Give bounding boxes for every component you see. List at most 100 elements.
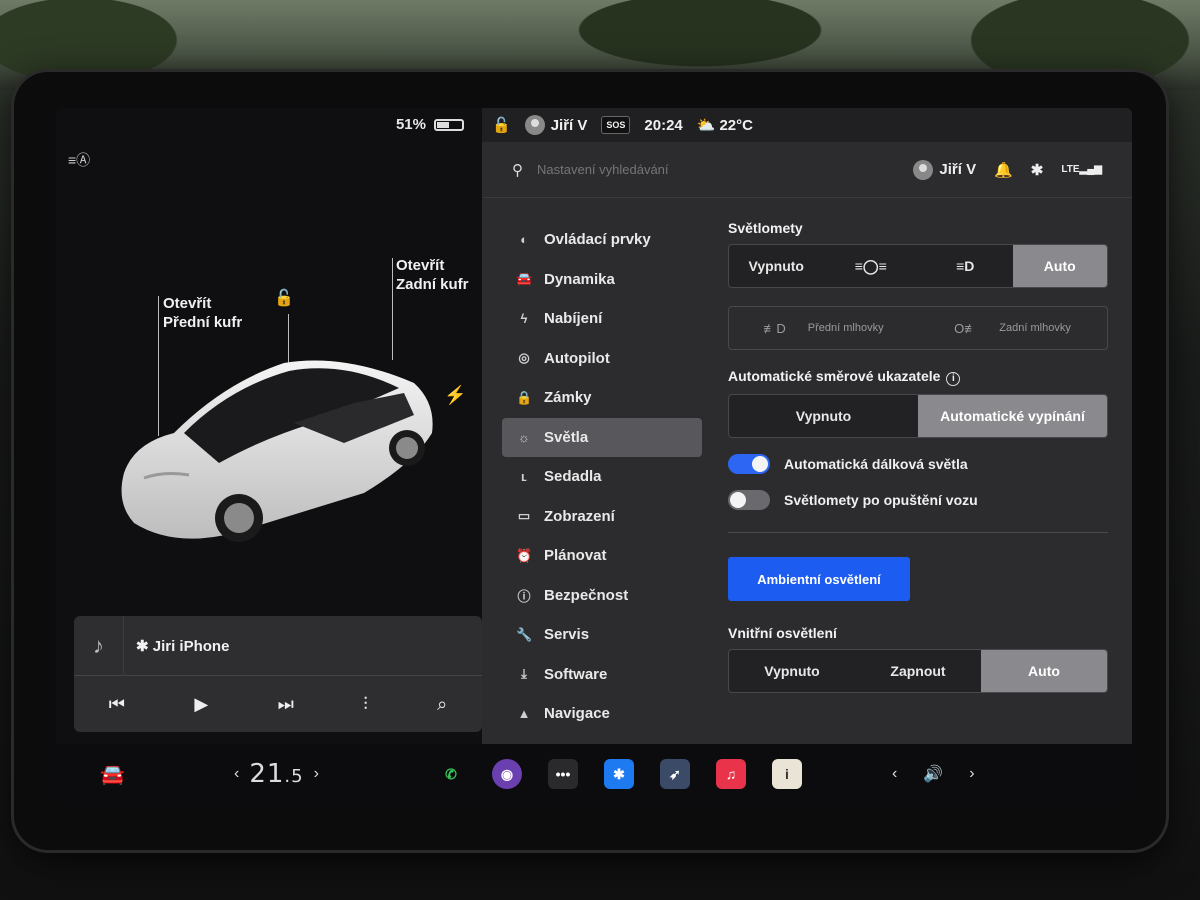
climate-control: ‹ 21.5 › xyxy=(234,759,319,789)
sidebar-item-7[interactable]: ʟ Sedadla xyxy=(502,457,702,497)
toggle-icon: ◐ xyxy=(520,232,528,248)
status-user[interactable]: Jiří V xyxy=(524,115,587,135)
sidebar-item-3[interactable]: ϟ Nabíjení xyxy=(502,299,702,339)
play-icon[interactable]: ▶ xyxy=(194,694,208,715)
profile-avatar xyxy=(913,159,934,180)
alarm-icon: ⏰ xyxy=(516,547,533,563)
charge-port-icon[interactable]: ⚡ xyxy=(444,385,466,406)
info-icon: ⓘ xyxy=(517,588,531,604)
sos-badge[interactable]: SOS xyxy=(601,116,631,134)
parking-lights-option[interactable]: ≡◯≡ xyxy=(824,245,919,287)
car-3d-model xyxy=(114,353,444,553)
interior-on-option[interactable]: Zapnout xyxy=(855,650,981,692)
sidebar-item-label: Zámky xyxy=(544,389,592,407)
sidebar-item-label: Dynamika xyxy=(544,270,615,288)
temp-increase-icon[interactable]: › xyxy=(314,765,319,783)
bolt-icon: ϟ xyxy=(520,311,528,327)
navigation-icon: ▲ xyxy=(517,706,531,722)
avatar xyxy=(524,115,545,135)
auto-high-beam-toggle[interactable] xyxy=(728,454,770,474)
sun-icon: ☼ xyxy=(518,429,530,445)
settings-nav: ◐ Ovládací prvky 🚘 Dynamika ϟ Nabíjení ◎ Autopi… xyxy=(502,220,702,734)
sidebar-item-label: Světla xyxy=(544,428,589,446)
sidebar-item-5[interactable]: 🔒 Zámky xyxy=(502,378,702,418)
sidebar-item-label: Servis xyxy=(544,626,590,644)
open-frunk-button[interactable]: Otevřít Přední kufr xyxy=(163,294,242,332)
settings-pane: 🔓 Jiří V SOS 20:24 ⛅ 22°C ⚲ Jiří V 🔔 ✱ L… xyxy=(482,108,1132,744)
sidebar-item-label: Zobrazení xyxy=(544,507,615,525)
trunk-label: Zadní kufr xyxy=(396,276,469,293)
interior-off-option[interactable]: Vypnuto xyxy=(729,650,855,692)
sidebar-item-10[interactable]: ⓘ Bezpečnost xyxy=(502,576,702,616)
release-notes-icon[interactable]: i xyxy=(772,759,802,789)
search-input[interactable] xyxy=(537,162,837,177)
bottom-bar: 🚘 ‹ 21.5 › ✆ ◉ ••• ✱ ➶ ♫ i ‹ 🔊 › xyxy=(56,744,1132,804)
open-trunk-button[interactable]: Otevřít Zadní kufr xyxy=(396,256,469,294)
sidebar-item-9[interactable]: ⏰ Plánovat xyxy=(502,536,702,576)
sidebar-item-2[interactable]: 🚘 Dynamika xyxy=(502,260,702,300)
sidebar-item-4[interactable]: ◎ Autopilot xyxy=(502,339,702,379)
volume-up-icon[interactable]: › xyxy=(969,765,974,783)
sidebar-item-12[interactable]: ⤓ Software xyxy=(502,655,702,695)
sidebar-item-label: Software xyxy=(544,665,608,683)
front-fog-option[interactable]: ≢D Přední mlhovky xyxy=(729,307,918,349)
ambient-lighting-button[interactable]: Ambientní osvětlení xyxy=(728,557,910,601)
headlights-selector: Vypnuto ≡◯≡ ≡D Auto xyxy=(728,244,1108,288)
frunk-action-label: Otevřít xyxy=(163,295,212,312)
sidebar-item-label: Navigace xyxy=(544,705,610,723)
display-icon: ▭ xyxy=(517,508,531,524)
turn-signal-auto-cancel-option[interactable]: Automatické vypínání xyxy=(918,395,1107,437)
sidebar-item-11[interactable]: 🔧 Servis xyxy=(502,615,702,655)
interior-auto-option[interactable]: Auto xyxy=(981,650,1107,692)
info-icon[interactable]: i xyxy=(946,372,961,386)
media-source-label: ✱ Jiri iPhone xyxy=(136,637,230,655)
car-icon: 🚘 xyxy=(516,271,533,287)
steering-wheel-icon: ◎ xyxy=(518,350,530,366)
battery-percent: 51% xyxy=(395,116,426,133)
turn-signal-off-option[interactable]: Vypnuto xyxy=(729,395,918,437)
speaker-icon[interactable]: 🔊 xyxy=(923,764,943,784)
profile-button[interactable]: Jiří V xyxy=(913,159,976,180)
auto-headlight-indicator-icon: ≡Ⓐ xyxy=(68,152,91,168)
front-fog-icon: ≢D xyxy=(763,320,786,336)
low-beam-option[interactable]: ≡D xyxy=(918,245,1013,287)
sidebar-item-label: Nabíjení xyxy=(544,310,603,328)
auto-high-beam-row: Automatická dálková světla xyxy=(728,454,1108,474)
camera-app-icon[interactable]: ◉ xyxy=(492,759,522,789)
rear-fog-icon: O≢ xyxy=(954,320,978,336)
headlights-after-exit-row: Světlomety po opuštění vozu xyxy=(728,490,1108,510)
headlights-off-option[interactable]: Vypnuto xyxy=(729,245,824,287)
sidebar-item-8[interactable]: ▭ Zobrazení xyxy=(502,497,702,537)
bell-icon[interactable]: 🔔 xyxy=(994,161,1013,179)
seat-icon: ʟ xyxy=(521,469,527,485)
more-apps-icon[interactable]: ••• xyxy=(548,759,578,789)
rear-fog-label: Zadní mlhovky xyxy=(999,322,1071,334)
bluetooth-icon[interactable]: ✱ xyxy=(1031,161,1044,179)
sidebar-item-13[interactable]: ▲ Navigace xyxy=(502,694,702,734)
cabin-temperature[interactable]: 21.5 xyxy=(249,759,303,789)
temp-decrease-icon[interactable]: ‹ xyxy=(234,765,239,783)
turn-signal-selector: Vypnuto Automatické vypínání xyxy=(728,394,1108,438)
headlights-auto-option[interactable]: Auto xyxy=(1012,245,1107,287)
fog-lights-selector: ≢D Přední mlhovky O≢ Zadní mlhovky xyxy=(728,306,1108,350)
phone-icon[interactable]: ✆ xyxy=(436,759,466,789)
car-icon[interactable]: 🚘 xyxy=(100,762,125,787)
maps-app-icon[interactable]: ➶ xyxy=(660,759,690,789)
auto-high-beam-label: Automatická dálková světla xyxy=(784,456,968,472)
sidebar-item-6[interactable]: ☼ Světla xyxy=(502,417,702,457)
volume-down-icon[interactable]: ‹ xyxy=(892,765,897,783)
sidebar-item-1[interactable]: ◐ Ovládací prvky xyxy=(502,220,702,260)
bluetooth-app-icon[interactable]: ✱ xyxy=(604,759,634,789)
music-app-icon[interactable]: ♫ xyxy=(716,759,746,789)
parking-lights-icon: ≡◯≡ xyxy=(854,257,887,274)
unlocked-icon: 🔓 xyxy=(492,117,511,134)
previous-track-icon[interactable]: ⏮ xyxy=(109,694,125,715)
turn-signal-title: Automatické směrové ukazatele i xyxy=(728,368,1108,386)
rear-fog-option[interactable]: O≢ Zadní mlhovky xyxy=(918,307,1107,349)
media-search-icon[interactable]: ⌕ xyxy=(437,694,447,715)
unlock-icon[interactable]: 🔓 xyxy=(274,288,294,308)
headlights-after-exit-toggle[interactable] xyxy=(728,490,770,510)
lte-signal-icon: LTE▂▄▆ xyxy=(1061,164,1102,175)
next-track-icon[interactable]: ⏭ xyxy=(278,694,294,715)
equalizer-icon[interactable]: ⫶ xyxy=(363,694,368,715)
